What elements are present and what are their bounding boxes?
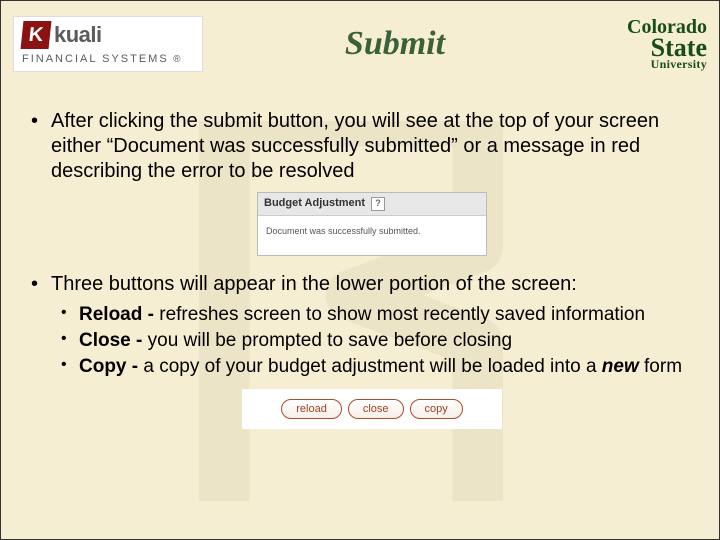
sub-bullet-copy: Copy - a copy of your budget adjustment …	[51, 355, 693, 379]
embedded-screenshot: Budget Adjustment ? Document was success…	[257, 192, 487, 256]
kuali-logo: K kuali FINANCIAL SYSTEMS ®	[13, 16, 203, 72]
copy-sep: -	[127, 356, 144, 377]
button-row-screenshot: reload close copy	[242, 389, 502, 429]
reload-desc: refreshes screen to show most recently s…	[159, 304, 645, 325]
bullet-1: After clicking the submit button, you wi…	[27, 109, 693, 256]
close-label: Close	[79, 330, 131, 351]
csu-line2: State	[587, 36, 707, 59]
sub-bullet-close: Close - you will be prompted to save bef…	[51, 329, 693, 353]
screenshot-titlebar: Budget Adjustment ?	[258, 193, 486, 216]
kuali-subtext: FINANCIAL SYSTEMS	[22, 53, 169, 65]
registered-symbol: ®	[173, 54, 180, 65]
close-desc: you will be prompted to save before clos…	[148, 330, 512, 351]
reload-sep: -	[142, 304, 159, 325]
reload-button[interactable]: reload	[281, 399, 342, 419]
csu-logo: Colorado State University	[587, 18, 707, 70]
kuali-k-icon: K	[21, 21, 52, 49]
kuali-brand-text: kuali	[54, 22, 102, 48]
close-button[interactable]: close	[348, 399, 404, 419]
screenshot-message: Document was successfully submitted.	[258, 216, 486, 255]
csu-line3: University	[587, 59, 707, 70]
sub-bullet-reload: Reload - refreshes screen to show most r…	[51, 303, 693, 327]
copy-desc-b: form	[639, 356, 682, 377]
slide-header: K kuali FINANCIAL SYSTEMS ® Submit Color…	[1, 1, 719, 79]
help-icon: ?	[371, 197, 385, 211]
bullet-2-text: Three buttons will appear in the lower p…	[51, 273, 577, 295]
copy-button[interactable]: copy	[410, 399, 463, 419]
slide-content: After clicking the submit button, you wi…	[1, 79, 719, 455]
copy-desc-new: new	[602, 356, 639, 377]
copy-desc-a: a copy of your budget adjustment will be…	[143, 356, 601, 377]
close-sep: -	[131, 330, 148, 351]
slide-title: Submit	[203, 25, 587, 63]
reload-label: Reload	[79, 304, 142, 325]
bullet-2: Three buttons will appear in the lower p…	[27, 272, 693, 428]
copy-label: Copy	[79, 356, 127, 377]
screenshot-title: Budget Adjustment	[264, 197, 365, 211]
bullet-1-text: After clicking the submit button, you wi…	[51, 110, 659, 182]
